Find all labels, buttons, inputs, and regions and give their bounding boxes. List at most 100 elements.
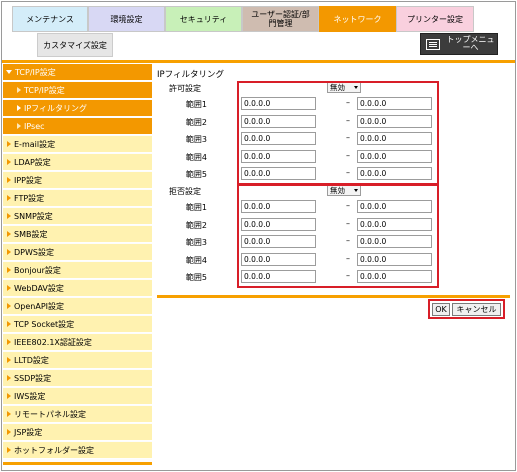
chevron-right-icon [7, 267, 11, 273]
chevron-right-icon [7, 213, 11, 219]
sidebar-item[interactable]: OpenAPI設定 [3, 298, 152, 315]
sidebar-item[interactable]: E-mail設定 [3, 136, 152, 153]
tab-label: セキュリティ [179, 14, 228, 24]
chevron-right-icon [17, 87, 21, 93]
sidebar-item[interactable]: ホットフォルダー設定 [3, 442, 152, 459]
tab-label: ネットワーク [333, 14, 382, 24]
sidebar-item-label: JSP設定 [14, 427, 43, 437]
sidebar-item[interactable]: IPP設定 [3, 172, 152, 189]
sidebar-item-label: IPP設定 [14, 175, 43, 185]
deny-range-label: 範囲2 [185, 220, 207, 230]
deny-range-label: 範囲1 [185, 203, 207, 212]
tab-label: 環境設定 [110, 14, 143, 24]
sidebar-bottom-divider [3, 462, 152, 465]
tab-maintenance[interactable]: メンテナンス [12, 6, 88, 32]
sidebar-subitem-tcpip[interactable]: TCP/IP設定 [3, 82, 152, 99]
sidebar-item[interactable]: IEEE802.1X認証設定 [3, 334, 152, 351]
chevron-right-icon [7, 357, 11, 363]
sidebar-item-label: Bonjour設定 [14, 265, 61, 275]
sidebar-subitem-ipsec[interactable]: IPsec [3, 118, 152, 135]
tab-label: プリンター設定 [407, 14, 463, 24]
chevron-right-icon [7, 249, 11, 255]
sidebar-group-tcpip[interactable]: TCP/IP設定 [3, 64, 152, 81]
sidebar-item[interactable]: SNMP設定 [3, 208, 152, 225]
menu-icon [426, 38, 440, 50]
tab-label: カスタマイズ設定 [43, 40, 107, 50]
page-title: IPフィルタリング [157, 70, 224, 80]
sidebar-item[interactable]: リモートパネル設定 [3, 406, 152, 423]
deny-range-label: 範囲3 [185, 238, 207, 247]
sidebar-item[interactable]: IWS設定 [3, 388, 152, 405]
chevron-right-icon [17, 123, 21, 129]
allow-range-label: 範囲3 [185, 135, 207, 144]
cancel-button[interactable]: キャンセル [452, 303, 501, 316]
sidebar-item[interactable]: SSDP設定 [3, 370, 152, 387]
header-divider [2, 60, 515, 63]
sidebar-item[interactable]: JSP設定 [3, 424, 152, 441]
chevron-right-icon [17, 105, 21, 111]
sidebar-item-label: TCP Socket設定 [14, 319, 75, 329]
allow-settings-label: 許可設定 [169, 84, 201, 93]
sidebar-item[interactable]: TCP Socket設定 [3, 316, 152, 333]
sidebar-item-label: SNMP設定 [14, 211, 53, 221]
allow-range-label: 範囲4 [185, 152, 207, 162]
chevron-right-icon [7, 411, 11, 417]
chevron-right-icon [7, 339, 11, 345]
ok-button[interactable]: OK [432, 303, 450, 316]
sidebar-item[interactable]: DPWS設定 [3, 244, 152, 261]
deny-range-label: 範囲5 [185, 273, 207, 282]
chevron-right-icon [7, 321, 11, 327]
allow-range-label: 範囲5 [185, 170, 207, 179]
sidebar-item-label: IPフィルタリング [24, 103, 88, 113]
allow-range-label: 範囲1 [185, 100, 207, 109]
sidebar-item-label: IEEE802.1X認証設定 [14, 337, 92, 347]
sidebar-item-label: SSDP設定 [14, 373, 52, 383]
sidebar: TCP/IP設定 TCP/IP設定 IPフィルタリング IPsec E-mail… [3, 64, 152, 464]
sidebar-item[interactable]: LDAP設定 [3, 154, 152, 171]
chevron-right-icon [7, 159, 11, 165]
deny-highlight-box [237, 184, 439, 288]
chevron-down-icon [6, 70, 12, 74]
sidebar-item-label: TCP/IP設定 [15, 67, 56, 77]
sidebar-item[interactable]: WebDAV設定 [3, 280, 152, 297]
sidebar-item-label: TCP/IP設定 [24, 85, 65, 95]
sidebar-item-label: LLTD設定 [14, 355, 49, 365]
chevron-right-icon [7, 231, 11, 237]
chevron-right-icon [7, 195, 11, 201]
chevron-right-icon [7, 375, 11, 381]
tab-customize[interactable]: カスタマイズ設定 [37, 33, 113, 57]
tab-user-auth[interactable]: ユーザー認証/部門管理 [242, 6, 319, 32]
chevron-right-icon [7, 285, 11, 291]
sidebar-item-label: IPsec [24, 121, 45, 131]
sidebar-subitem-ip-filtering[interactable]: IPフィルタリング [3, 100, 152, 117]
sidebar-item-label: SMB設定 [14, 229, 48, 239]
sidebar-item-label: OpenAPI設定 [14, 301, 65, 311]
tab-environment[interactable]: 環境設定 [88, 6, 165, 32]
sidebar-item[interactable]: Bonjour設定 [3, 262, 152, 279]
tab-network[interactable]: ネットワーク [319, 6, 396, 32]
sidebar-item[interactable]: LLTD設定 [3, 352, 152, 369]
top-menu-label: トップメニューへ [446, 35, 495, 52]
sidebar-item-label: IWS設定 [14, 391, 46, 401]
sidebar-item-label: FTP設定 [14, 193, 45, 203]
sidebar-item-label: E-mail設定 [14, 139, 56, 149]
tab-printer-settings[interactable]: プリンター設定 [396, 6, 474, 32]
tab-label: ユーザー認証/部門管理 [251, 10, 310, 28]
sidebar-item-label: LDAP設定 [14, 157, 51, 167]
chevron-right-icon [7, 141, 11, 147]
tab-security[interactable]: セキュリティ [165, 6, 242, 32]
chevron-right-icon [7, 429, 11, 435]
deny-settings-label: 拒否設定 [169, 187, 201, 196]
sidebar-item-label: WebDAV設定 [14, 283, 64, 293]
tab-label: メンテナンス [26, 14, 74, 24]
deny-range-label: 範囲4 [185, 255, 207, 265]
allow-range-label: 範囲2 [185, 117, 207, 127]
sidebar-item[interactable]: SMB設定 [3, 226, 152, 243]
sidebar-item-label: ホットフォルダー設定 [14, 445, 94, 455]
sidebar-item[interactable]: FTP設定 [3, 190, 152, 207]
top-menu-button[interactable]: トップメニューへ [420, 33, 498, 55]
sidebar-item-label: リモートパネル設定 [14, 409, 86, 419]
chevron-right-icon [7, 393, 11, 399]
allow-highlight-box [237, 81, 439, 185]
chevron-right-icon [7, 177, 11, 183]
